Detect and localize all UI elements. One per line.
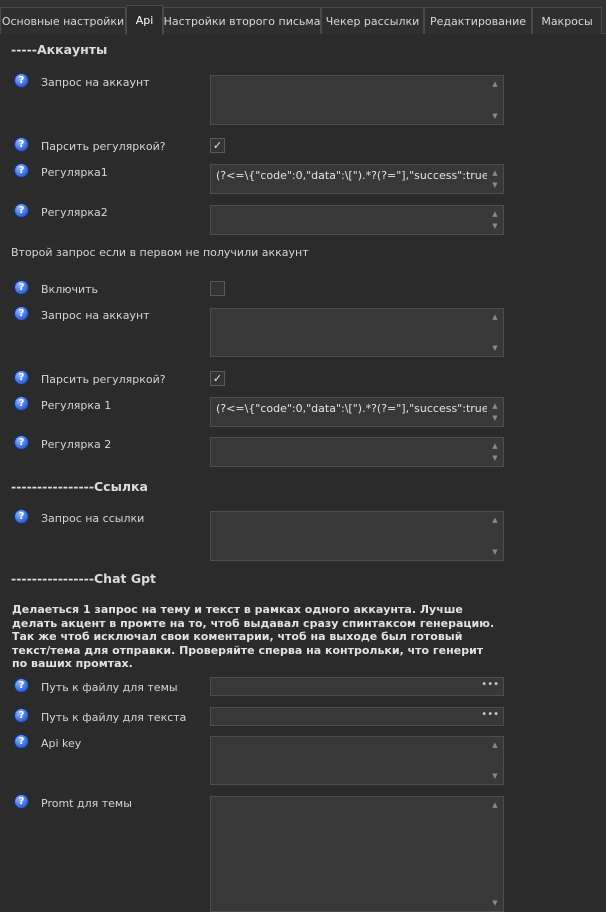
tab-main-settings[interactable]: Основные настройки xyxy=(0,7,126,34)
scroll-up-icon[interactable]: ▲ xyxy=(490,209,500,219)
parse-regex-label: Парсить регуляркой? xyxy=(41,140,166,153)
links-request-label: Запрос на ссылки xyxy=(41,512,145,525)
second-regex1-label: Регулярка 1 xyxy=(41,399,112,412)
prompt-topic-textarea[interactable]: ▲ ▼ xyxy=(210,796,504,912)
enable-label: Включить xyxy=(41,283,99,296)
regex2-label: Регулярка2 xyxy=(41,206,108,219)
tab-mailing-checker[interactable]: Чекер рассылки xyxy=(321,7,424,34)
scroll-up-icon[interactable]: ▲ xyxy=(490,441,500,451)
scroll-down-icon[interactable]: ▼ xyxy=(490,771,500,781)
tab-label: Настройки второго письма xyxy=(163,14,321,28)
scroll-down-icon[interactable]: ▼ xyxy=(490,898,500,908)
help-icon[interactable]: ? xyxy=(14,708,29,723)
tab-label: Редактирование xyxy=(430,14,526,28)
regex1-textarea[interactable]: (?<=\{"code":0,"data":\[").*?(?="],"succ… xyxy=(210,164,504,194)
browse-icon[interactable]: ••• xyxy=(481,679,499,690)
help-icon[interactable]: ? xyxy=(14,734,29,749)
second-request-note: Второй запрос если в первом не получили … xyxy=(11,246,309,259)
scroll-down-icon[interactable]: ▼ xyxy=(490,547,500,557)
api-key-textarea[interactable]: ▲ ▼ xyxy=(210,736,504,785)
help-icon[interactable]: ? xyxy=(14,678,29,693)
scroll-up-icon[interactable]: ▲ xyxy=(490,800,500,810)
second-regex2-label: Регулярка 2 xyxy=(41,438,112,451)
second-regex1-value: (?<=\{"code":0,"data":\[").*?(?="],"succ… xyxy=(216,402,487,415)
regex2-textarea[interactable]: ▲ ▼ xyxy=(210,205,504,235)
account-request-label: Запрос на аккаунт xyxy=(41,76,150,89)
help-icon[interactable]: ? xyxy=(14,509,29,524)
scroll-up-icon[interactable]: ▲ xyxy=(490,515,500,525)
prompt-topic-label: Promt для темы xyxy=(41,797,132,810)
text-file-label: Путь к файлу для текста xyxy=(41,711,187,724)
scroll-up-icon[interactable]: ▲ xyxy=(490,79,500,89)
enable-checkbox[interactable] xyxy=(210,281,225,296)
help-icon[interactable]: ? xyxy=(14,137,29,152)
tab-api[interactable]: Api xyxy=(126,5,163,35)
scroll-down-icon[interactable]: ▼ xyxy=(490,413,500,423)
scroll-up-icon[interactable]: ▲ xyxy=(490,168,500,178)
api-key-label: Api key xyxy=(41,737,82,750)
scroll-up-icon[interactable]: ▲ xyxy=(490,401,500,411)
scroll-down-icon[interactable]: ▼ xyxy=(490,111,500,121)
tab-bar: Основные настройки Api Настройки второго… xyxy=(0,0,606,35)
account-request-textarea[interactable]: ▲ ▼ xyxy=(210,75,504,125)
help-icon[interactable]: ? xyxy=(14,370,29,385)
text-file-field[interactable]: ••• xyxy=(210,707,504,726)
second-regex2-textarea[interactable]: ▲ ▼ xyxy=(210,437,504,467)
scroll-up-icon[interactable]: ▲ xyxy=(490,312,500,322)
tab-second-letter-settings[interactable]: Настройки второго письма xyxy=(163,7,321,34)
help-icon[interactable]: ? xyxy=(14,280,29,295)
tab-label: Api xyxy=(135,14,154,27)
check-icon: ✓ xyxy=(212,372,223,385)
chatgpt-description: Делаеться 1 запрос на тему и текст в рам… xyxy=(12,603,495,670)
links-request-textarea[interactable]: ▲ ▼ xyxy=(210,511,504,561)
second-account-request-label: Запрос на аккаунт xyxy=(41,309,150,322)
scroll-down-icon[interactable]: ▼ xyxy=(490,343,500,353)
tab-editing[interactable]: Редактирование xyxy=(424,7,532,34)
scroll-down-icon[interactable]: ▼ xyxy=(490,221,500,231)
help-icon[interactable]: ? xyxy=(14,435,29,450)
tab-macros[interactable]: Макросы xyxy=(532,7,602,34)
regex1-value: (?<=\{"code":0,"data":\[").*?(?="],"succ… xyxy=(216,169,487,182)
help-icon[interactable]: ? xyxy=(14,163,29,178)
parse-regex-checkbox[interactable]: ✓ xyxy=(210,138,225,153)
tab-label: Чекер рассылки xyxy=(325,14,420,28)
help-icon[interactable]: ? xyxy=(14,306,29,321)
accounts-section-title: -----Аккаунты xyxy=(11,42,108,57)
regex1-label: Регулярка1 xyxy=(41,166,108,179)
second-account-request-textarea[interactable]: ▲ ▼ xyxy=(210,308,504,357)
second-regex1-textarea[interactable]: (?<=\{"code":0,"data":\[").*?(?="],"succ… xyxy=(210,397,504,427)
help-icon[interactable]: ? xyxy=(14,203,29,218)
tab-label: Основные настройки xyxy=(1,14,125,28)
topic-file-label: Путь к файлу для темы xyxy=(41,681,178,694)
help-icon[interactable]: ? xyxy=(14,73,29,88)
second-parse-regex-checkbox[interactable]: ✓ xyxy=(210,371,225,386)
topic-file-field[interactable]: ••• xyxy=(210,677,504,696)
help-icon[interactable]: ? xyxy=(14,396,29,411)
scroll-down-icon[interactable]: ▼ xyxy=(490,180,500,190)
tab-label: Макросы xyxy=(541,14,593,28)
links-section-title: ----------------Ссылка xyxy=(11,479,148,494)
second-parse-regex-label: Парсить регуляркой? xyxy=(41,373,166,386)
chatgpt-section-title: ----------------Chat Gpt xyxy=(11,571,157,586)
scroll-down-icon[interactable]: ▼ xyxy=(490,453,500,463)
scroll-up-icon[interactable]: ▲ xyxy=(490,740,500,750)
browse-icon[interactable]: ••• xyxy=(481,709,499,720)
check-icon: ✓ xyxy=(212,139,223,152)
help-icon[interactable]: ? xyxy=(14,794,29,809)
